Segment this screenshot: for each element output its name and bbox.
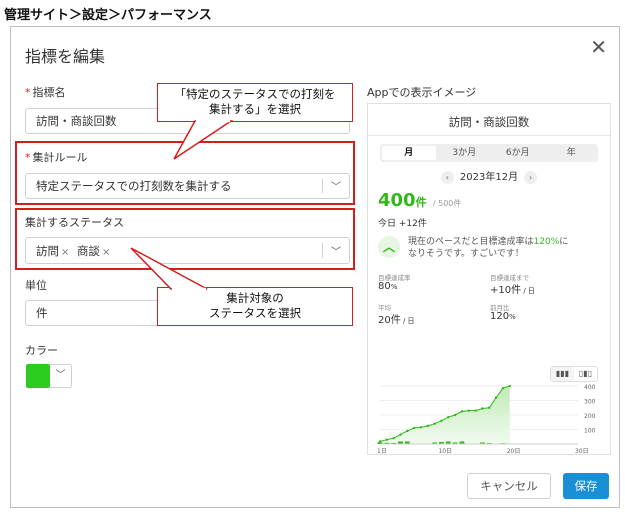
cumulative-point — [488, 406, 491, 409]
rule-callout-pointer — [173, 120, 234, 160]
cumulative-point — [453, 413, 457, 417]
preview-label: Appでの表示イメージ — [367, 86, 477, 99]
tab-3months[interactable]: 3か月 — [438, 144, 492, 162]
y-tick-label: 100 — [584, 428, 596, 435]
app-preview: 訪問・商談回数 月 3か月 6か月 年 ‹ 2023年12月 › 400件 / 50… — [367, 103, 611, 455]
stat-value: 80% — [378, 281, 398, 292]
stat-value: 120% — [490, 311, 516, 322]
cumulative-point — [385, 438, 389, 441]
next-month-icon[interactable]: › — [524, 170, 538, 184]
bar-chart-icon[interactable]: ▮▮▮ — [551, 367, 574, 381]
month-nav: ‹ 2023年12月 › — [368, 168, 610, 184]
cumulative-point — [460, 410, 464, 413]
tab-6months[interactable]: 6か月 — [491, 144, 545, 162]
save-button[interactable]: 保存 — [563, 473, 609, 499]
cumulative-point — [440, 419, 443, 422]
prev-month-icon[interactable]: ‹ — [440, 170, 454, 184]
cumulative-point — [419, 426, 423, 429]
edit-metric-dialog: 指標を編集 ✕ * 指標名 訪問・商談回数 * 集計ルール 特定ステータスでの打刻数… — [10, 26, 620, 508]
cumulative-point — [426, 424, 429, 428]
y-tick-label: 200 — [584, 413, 596, 420]
cumulative-point — [494, 396, 498, 399]
cumulative-point — [501, 386, 505, 390]
stat-value: +10件 / 日 — [490, 285, 535, 296]
x-tick-label: 30日 — [575, 448, 589, 455]
cancel-button[interactable]: キャンセル — [467, 473, 551, 499]
progress-chart: 400 300 200 100 1日 10日 20日 30日 — [377, 384, 596, 455]
current-value: 400件 / 500件 — [378, 190, 462, 211]
tab-month[interactable]: 月 — [382, 146, 436, 160]
x-tick-label: 10日 — [438, 448, 452, 455]
x-tick-label: 20日 — [507, 448, 521, 455]
cumulative-point — [433, 422, 436, 425]
today-delta: 今日 +12件 — [378, 219, 427, 229]
tab-year[interactable]: 年 — [545, 144, 599, 162]
cumulative-point — [467, 409, 470, 412]
y-tick-label: 300 — [584, 399, 596, 406]
cumulative-point — [406, 429, 409, 433]
column-chart-icon[interactable]: ▯▮▯ — [574, 367, 597, 381]
period-tabs: 月 3か月 6か月 年 — [380, 144, 598, 162]
month-label: 2023年12月 — [459, 172, 519, 183]
cumulative-point — [481, 407, 484, 410]
pace-message: 現在のペースだと目標達成率は120%に なりそうです。すごいです！ — [408, 237, 569, 259]
cumulative-point — [474, 409, 477, 412]
chevron-up-icon: ︿ — [378, 236, 400, 258]
cumulative-point — [392, 437, 395, 440]
x-tick-label: 1日 — [377, 448, 387, 455]
cumulative-point — [508, 384, 511, 388]
stat-value: 20件 / 日 — [378, 315, 415, 326]
chart-type-toggle: ▮▮▮ ▯▮▯ — [550, 366, 598, 382]
cumulative-point — [447, 415, 450, 419]
y-tick-label: 400 — [584, 384, 596, 391]
preview-title: 訪問・商談回数 — [448, 115, 530, 129]
status-callout-pointer — [130, 247, 208, 290]
cumulative-point — [399, 433, 402, 436]
breadcrumb: 管理サイト＞設定＞パフォーマンス — [4, 8, 212, 23]
cumulative-point — [412, 426, 416, 430]
